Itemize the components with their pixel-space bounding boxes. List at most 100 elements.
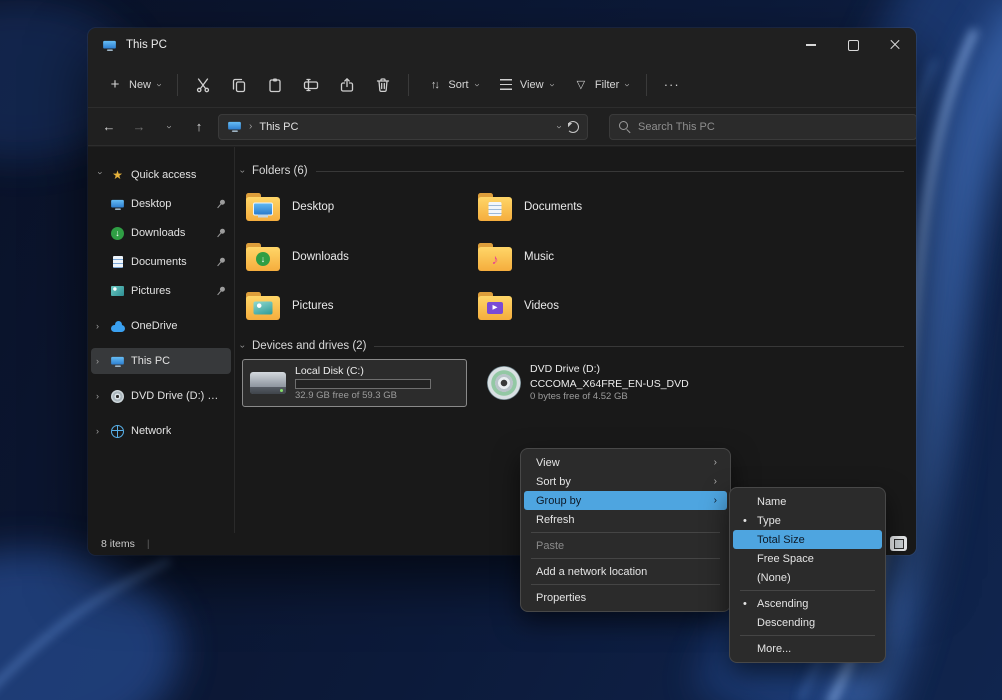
sidebar-item-documents[interactable]: Documents (105, 249, 231, 275)
folder-label: Documents (524, 201, 582, 213)
folder-label: Pictures (292, 300, 334, 312)
downloads-folder-icon (246, 243, 280, 271)
chevron-down-icon (546, 83, 556, 86)
toolbar-separator (177, 74, 178, 96)
sidebar-item-network[interactable]: Network (91, 418, 231, 444)
folders-section-title: Folders (6) (252, 165, 308, 177)
sidebar-item-onedrive[interactable]: OneDrive (91, 313, 231, 339)
this-pc-icon (103, 39, 116, 50)
folder-tile-downloads[interactable]: Downloads (240, 237, 452, 277)
address-bar[interactable]: This PC (218, 114, 588, 140)
chevron-down-icon[interactable] (238, 170, 247, 173)
sidebar-divider (234, 147, 235, 533)
recent-locations-button[interactable] (158, 115, 180, 139)
star-icon (110, 168, 125, 183)
minimize-button[interactable] (790, 28, 832, 62)
view-button-label: View (520, 79, 544, 91)
folder-tile-music[interactable]: Music (472, 237, 684, 277)
cut-icon (195, 77, 211, 93)
submenu-item-free-space[interactable]: Free Space (733, 549, 882, 568)
forward-button[interactable] (128, 115, 150, 139)
chevron-down-icon[interactable] (96, 171, 105, 179)
up-button[interactable] (188, 115, 210, 139)
folder-tile-videos[interactable]: Videos (472, 286, 684, 326)
devices-section-header[interactable]: Devices and drives (2) (241, 336, 904, 356)
chevron-right-icon[interactable] (96, 357, 104, 366)
submenu-arrow-icon (714, 476, 717, 487)
folder-tile-pictures[interactable]: Pictures (240, 286, 452, 326)
sort-icon (426, 77, 442, 93)
context-menu-item-group-by[interactable]: Group by (524, 491, 727, 510)
search-input[interactable] (638, 121, 907, 133)
cut-button[interactable] (186, 70, 220, 100)
chevron-right-icon[interactable] (96, 322, 104, 331)
context-menu: View Sort by Group by Refresh Paste Add … (520, 448, 731, 612)
dvd-disc-icon (487, 366, 521, 400)
drive-free-space: 0 bytes free of 4.52 GB (530, 392, 689, 403)
view-icon (500, 79, 512, 90)
sidebar-item-quick-access[interactable]: Quick access (91, 162, 231, 188)
sidebar-item-dvd-drive[interactable]: DVD Drive (D:) CCC (91, 383, 231, 409)
submenu-item-type[interactable]: Type (733, 511, 882, 530)
navigation-pane: Quick access Desktop Downloads Documents… (88, 147, 234, 533)
trash-icon (375, 77, 391, 93)
devices-section-title: Devices and drives (2) (252, 340, 366, 352)
section-divider-line (374, 346, 904, 347)
folders-section-header[interactable]: Folders (6) (241, 161, 904, 181)
sidebar-item-downloads[interactable]: Downloads (105, 220, 231, 246)
context-menu-item-view[interactable]: View (524, 453, 727, 472)
file-explorer-window: This PC New (88, 28, 916, 555)
more-options-button[interactable] (655, 70, 689, 100)
refresh-icon[interactable] (567, 121, 579, 133)
submenu-item-descending[interactable]: Descending (733, 613, 882, 632)
chevron-down-icon[interactable] (553, 125, 563, 128)
filter-button[interactable]: Filter (564, 70, 638, 100)
drive-name: DVD Drive (D:) (530, 363, 689, 375)
submenu-item-none[interactable]: (None) (733, 568, 882, 587)
chevron-down-icon (154, 83, 164, 86)
folder-label: Desktop (292, 201, 334, 213)
pictures-folder-icon (246, 292, 280, 320)
folder-label: Music (524, 251, 554, 263)
chevron-right-icon[interactable] (96, 392, 104, 401)
view-toggle-icon[interactable] (890, 536, 907, 551)
context-menu-item-sort-by[interactable]: Sort by (524, 472, 727, 491)
filter-icon (573, 77, 589, 93)
maximize-button[interactable] (832, 28, 874, 62)
rename-button[interactable] (294, 70, 328, 100)
folder-tile-desktop[interactable]: Desktop (240, 187, 452, 227)
submenu-item-ascending[interactable]: Ascending (733, 594, 882, 613)
new-button[interactable]: New (98, 70, 169, 100)
copy-button[interactable] (222, 70, 256, 100)
view-button[interactable]: View (489, 70, 562, 100)
titlebar[interactable]: This PC (88, 28, 916, 62)
sidebar-item-pictures[interactable]: Pictures (105, 278, 231, 304)
submenu-item-more[interactable]: More... (733, 639, 882, 658)
toolbar-separator (408, 74, 409, 96)
sort-button-label: Sort (448, 79, 468, 91)
context-menu-item-refresh[interactable]: Refresh (524, 510, 727, 529)
drive-free-space: 32.9 GB free of 59.3 GB (295, 391, 431, 402)
chevron-down-icon (622, 83, 632, 86)
delete-button[interactable] (366, 70, 400, 100)
pictures-icon (111, 286, 124, 296)
submenu-item-total-size[interactable]: Total Size (733, 530, 882, 549)
chevron-down-icon (164, 125, 174, 128)
sidebar-item-this-pc[interactable]: This PC (91, 348, 231, 374)
sort-button[interactable]: Sort (417, 70, 487, 100)
sidebar-item-desktop[interactable]: Desktop (105, 191, 231, 217)
close-button[interactable] (874, 28, 916, 62)
context-menu-item-properties[interactable]: Properties (524, 588, 727, 607)
search-box[interactable] (609, 114, 916, 140)
chevron-down-icon[interactable] (238, 345, 247, 348)
back-button[interactable] (98, 115, 120, 139)
drive-tile-dvd[interactable]: DVD Drive (D:) CCCOMA_X64FRE_EN-US_DVD 0… (480, 359, 705, 407)
folder-tile-documents[interactable]: Documents (472, 187, 684, 227)
drive-tile-local-disk[interactable]: Local Disk (C:) 32.9 GB free of 59.3 GB (242, 359, 467, 407)
submenu-item-name[interactable]: Name (733, 492, 882, 511)
chevron-right-icon[interactable] (96, 427, 104, 436)
breadcrumb[interactable]: This PC (259, 121, 298, 133)
paste-button[interactable] (258, 70, 292, 100)
context-menu-item-add-network-location[interactable]: Add a network location (524, 562, 727, 581)
share-button[interactable] (330, 70, 364, 100)
